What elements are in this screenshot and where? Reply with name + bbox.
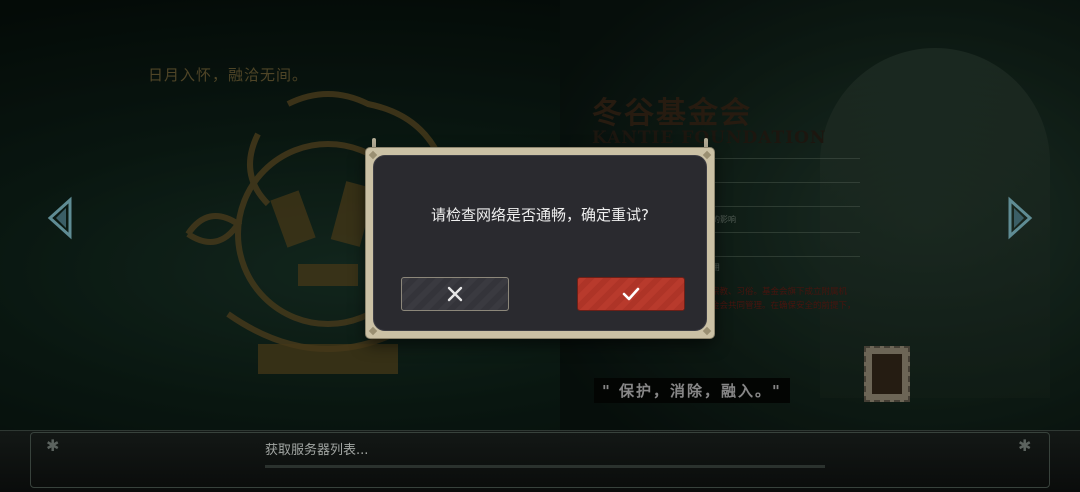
loading-status: 获取服务器列表...	[265, 443, 369, 458]
snowflake-icon: ✱	[1018, 436, 1032, 455]
loading-progress-bar	[265, 465, 825, 468]
dialog-message: 请检查网络是否通畅，确定重试?	[431, 206, 649, 224]
arrow-left-icon[interactable]	[46, 196, 76, 240]
bottom-frame	[30, 432, 1050, 488]
network-error-dialog: 请检查网络是否通畅，确定重试?	[366, 148, 714, 338]
dialog-panel: 请检查网络是否通畅，确定重试?	[368, 150, 712, 336]
confirm-button[interactable]	[577, 277, 685, 311]
snowflake-icon: ✱	[46, 436, 60, 455]
arrow-right-icon[interactable]	[1004, 196, 1034, 240]
corner-ornament	[368, 150, 378, 160]
close-icon	[447, 286, 463, 302]
corner-ornament	[368, 326, 378, 336]
cancel-button[interactable]	[401, 277, 509, 311]
checkmark-icon	[622, 287, 640, 301]
corner-ornament	[702, 326, 712, 336]
corner-ornament	[702, 150, 712, 160]
